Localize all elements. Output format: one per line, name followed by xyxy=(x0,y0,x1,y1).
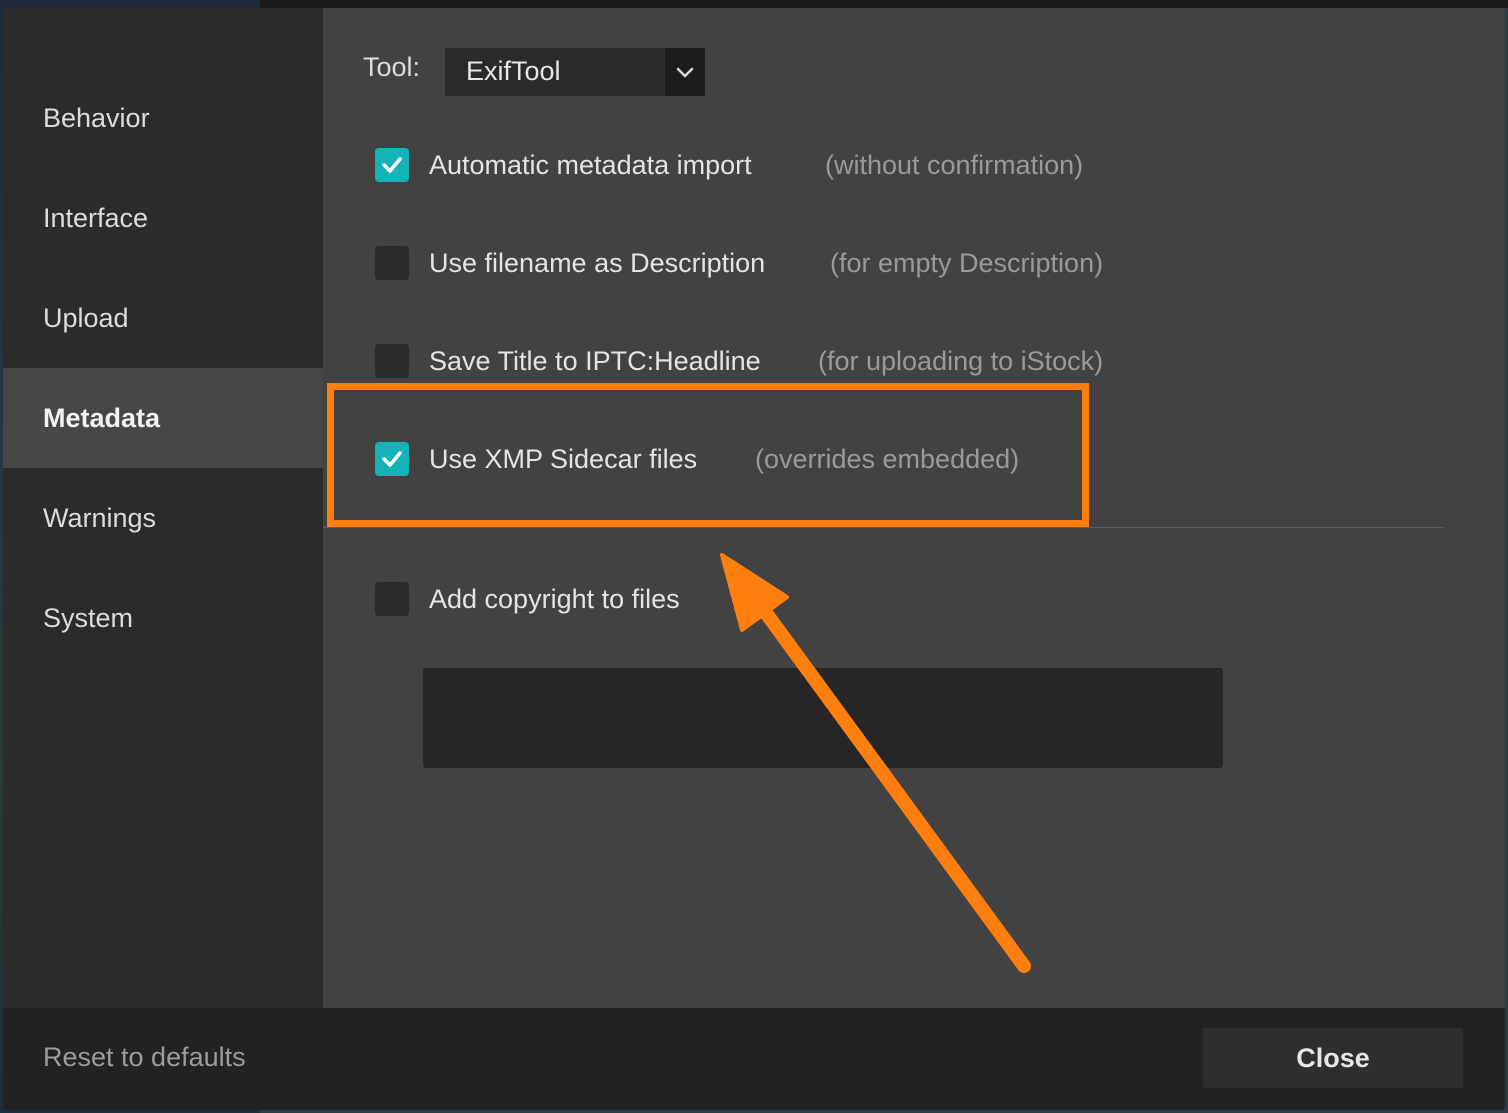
tool-select-dropdown-button[interactable] xyxy=(665,48,705,96)
checkbox-automatic-metadata-import[interactable] xyxy=(375,148,409,182)
sidebar-item-label: System xyxy=(43,602,134,633)
checkbox-add-copyright[interactable] xyxy=(375,582,409,616)
sidebar-item-metadata[interactable]: Metadata xyxy=(3,368,323,468)
tool-select-value: ExifTool xyxy=(466,56,561,86)
option-hint: (overrides embedded) xyxy=(755,444,1020,474)
sidebar-item-interface[interactable]: Interface xyxy=(3,168,323,268)
option-hint: (for empty Description) xyxy=(830,248,1104,278)
sidebar-item-system[interactable]: System xyxy=(3,568,323,668)
tool-label: Tool: xyxy=(363,52,421,82)
option-label: Add copyright to files xyxy=(429,584,680,614)
checkmark-icon xyxy=(382,451,402,467)
option-label: Use XMP Sidecar files xyxy=(429,444,698,474)
option-hint: (without confirmation) xyxy=(825,150,1084,180)
sidebar-item-behavior[interactable]: Behavior xyxy=(3,68,323,168)
checkmark-icon xyxy=(382,157,402,173)
option-label: Automatic metadata import xyxy=(429,150,752,180)
close-button[interactable]: Close xyxy=(1203,1028,1463,1088)
checkbox-use-filename-as-description[interactable] xyxy=(375,246,409,280)
chevron-down-icon xyxy=(676,67,694,78)
tool-select[interactable]: ExifTool xyxy=(445,48,705,96)
copyright-text-field[interactable] xyxy=(423,668,1223,768)
sidebar-item-label: Interface xyxy=(43,202,149,233)
option-hint: (for uploading to iStock) xyxy=(818,346,1104,376)
section-divider xyxy=(323,527,1443,528)
sidebar-item-warnings[interactable]: Warnings xyxy=(3,468,323,568)
reset-to-defaults-link[interactable]: Reset to defaults xyxy=(43,1042,246,1073)
dialog-footer: Reset to defaults Close xyxy=(3,1008,1505,1110)
checkbox-save-title-to-iptc-headline[interactable] xyxy=(375,344,409,378)
sidebar-item-label: Upload xyxy=(43,302,129,333)
preferences-dialog: Behavior Interface Upload Metadata Warni… xyxy=(3,8,1505,1110)
sidebar-item-label: Metadata xyxy=(43,402,161,433)
option-label: Use filename as Description xyxy=(429,248,766,278)
settings-sidebar: Behavior Interface Upload Metadata Warni… xyxy=(3,8,323,1008)
metadata-settings-panel: Tool: ExifTool Automatic metadata import… xyxy=(323,8,1505,1008)
checkbox-use-xmp-sidecar-files[interactable] xyxy=(375,442,409,476)
background-strip xyxy=(260,0,1508,8)
option-label: Save Title to IPTC:Headline xyxy=(429,346,761,376)
sidebar-item-label: Warnings xyxy=(43,502,157,533)
sidebar-item-upload[interactable]: Upload xyxy=(3,268,323,368)
sidebar-item-label: Behavior xyxy=(43,102,150,133)
